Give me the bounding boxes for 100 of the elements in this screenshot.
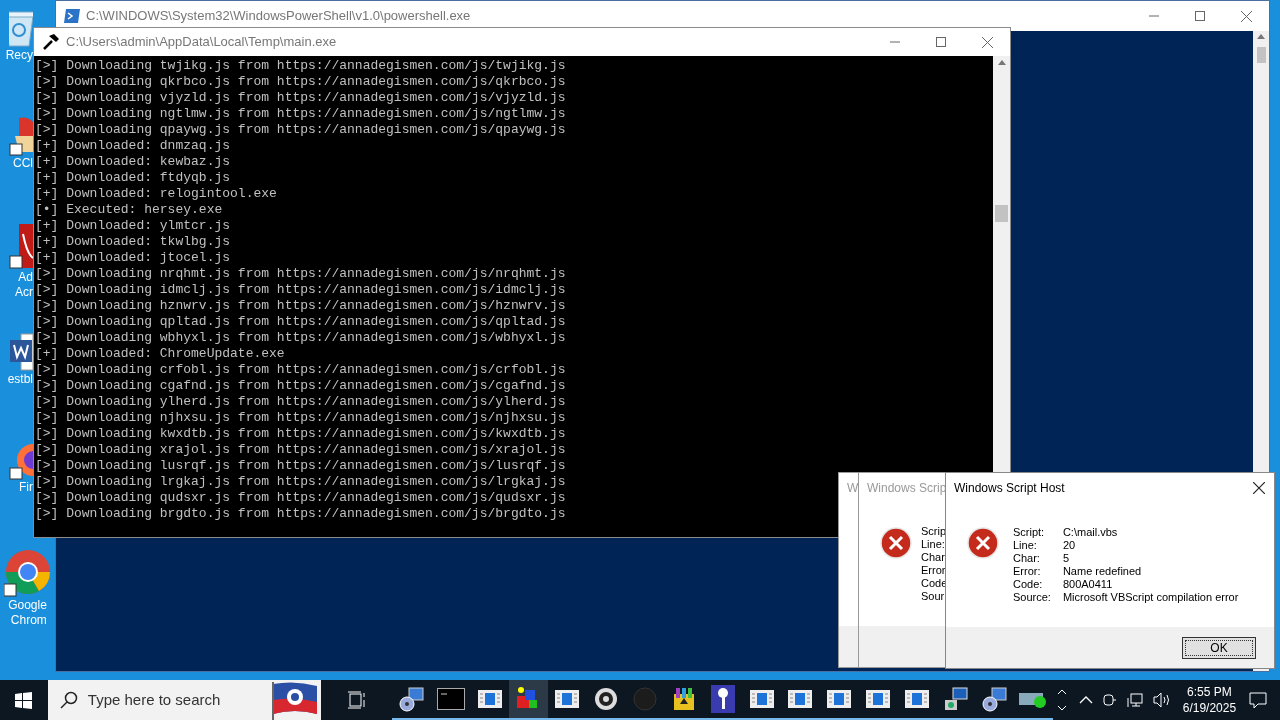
window-icon [904, 690, 929, 708]
pdf-icon [9, 224, 33, 270]
close-icon [981, 36, 993, 48]
console-line: [>] Downloading vjyzld.js from https://annadegismen.com/js/vjyzld.js [35, 90, 566, 106]
console-line: [>] Downloading kwxdtb.js from https://annadegismen.com/js/kwxdtb.js [35, 426, 566, 442]
disc-icon [594, 687, 619, 711]
clock[interactable]: 6:55 PM 6/19/2025 [1182, 684, 1237, 716]
close-icon [1253, 482, 1265, 494]
console-line: [>] Downloading nrqhmt.js from https://annadegismen.com/js/nrqhmt.js [35, 266, 566, 282]
console-line: [>] Downloading qpaywg.js from https://annadegismen.com/js/qpaywg.js [35, 122, 566, 138]
error-icon [880, 527, 912, 559]
field-label: Scrip [921, 525, 948, 538]
console-line: [+] Downloaded: jtocel.js [35, 250, 231, 266]
console-line: [>] Downloading xrajol.js from https://annadegismen.com/js/xrajol.js [35, 442, 566, 458]
console-line: [>] Downloading ylherd.js from https://annadegismen.com/js/ylherd.js [35, 394, 566, 410]
console-line: [>] Downloading qudsxr.js from https://annadegismen.com/js/qudsxr.js [35, 490, 566, 506]
browser-icon [3, 548, 52, 598]
recycle-bin-icon [9, 8, 33, 48]
scroll-down-icon[interactable] [1057, 706, 1066, 711]
console-line: [>] Downloading njhxsu.js from https://annadegismen.com/js/njhxsu.js [35, 410, 566, 426]
window-icon [788, 690, 813, 708]
scroll-up-icon[interactable] [1057, 689, 1066, 694]
chevron-up-icon[interactable] [1078, 696, 1093, 704]
hammer-icon [42, 33, 60, 51]
camera-icon[interactable] [1102, 692, 1117, 708]
dialog-title: Windows Script Host [954, 480, 1065, 497]
search-icon [59, 691, 78, 709]
desktop-icon-label[interactable]: estbl [7, 372, 33, 387]
console-line: [+] Downloaded: relogintool.exe [35, 186, 277, 202]
window-title: C:\Users\admin\AppData\Local\Temp\main.exe [66, 33, 337, 52]
maximize-icon [936, 37, 946, 47]
desktop-icon-label[interactable]: Fir [19, 480, 33, 495]
windows-logo-icon [15, 691, 33, 709]
console-line: [>] Downloading lrgkaj.js from https://annadegismen.com/js/lrgkaj.js [35, 474, 566, 490]
installer-icon [398, 686, 425, 712]
field-value: C:\mail.vbs [1062, 526, 1119, 539]
console-line: [>] Downloading idmclj.js from https://annadegismen.com/js/idmclj.js [35, 282, 566, 298]
scrollbar-thumb[interactable] [995, 205, 1008, 222]
field-label: Source: [1013, 591, 1051, 604]
search-field[interactable]: Type here to search [47, 680, 321, 720]
window-icon [827, 690, 852, 708]
desktop-icon-label[interactable]: Ad Acr [15, 270, 33, 300]
console-line: [+] Downloaded: dnmzaq.js [35, 138, 231, 154]
scrollbar-thumb[interactable] [1256, 47, 1266, 63]
window-icon [477, 690, 502, 708]
window-icon [555, 690, 580, 708]
field-value: Name redefined [1062, 565, 1143, 578]
minimize-icon [1149, 15, 1159, 17]
document-icon [9, 332, 33, 372]
desktop-icon-label[interactable]: Google Chrom [8, 598, 47, 628]
notification-icon [1249, 691, 1268, 709]
computer-icon [942, 686, 969, 712]
network-icon[interactable] [1126, 692, 1143, 708]
ok-button[interactable]: OK [1182, 636, 1256, 659]
window-icon [749, 690, 774, 708]
field-label: Char: [1013, 552, 1041, 565]
field-label: Error [921, 564, 947, 577]
installer-icon [981, 686, 1008, 712]
window-title: C:\WINDOWS\System32\WindowsPowerShell\v1.0\powershell.exe [86, 7, 471, 26]
terminal-icon [436, 688, 465, 710]
console-line: [+] Downloaded: tkwlbg.js [35, 234, 231, 250]
minimize-icon [890, 41, 900, 43]
console-line: [+] Downloaded: ftdyqb.js [35, 170, 231, 186]
field-value: 5 [1062, 552, 1071, 565]
console-line: [>] Downloading wbhyxl.js from https://annadegismen.com/js/wbhyxl.js [35, 330, 566, 346]
field-value: 800A0411 [1062, 578, 1114, 591]
error-icon [967, 527, 999, 559]
console-line: [>] Downloading hznwrv.js from https://annadegismen.com/js/hznwrv.js [35, 298, 566, 314]
field-value: 20 [1062, 539, 1077, 552]
console-line: [>] Downloading ngtlmw.js from https://annadegismen.com/js/ngtlmw.js [35, 106, 566, 122]
console-line: [>] Downloading qpltad.js from https://annadegismen.com/js/qpltad.js [35, 314, 566, 330]
console-line: [+] Downloaded: kewbaz.js [35, 154, 231, 170]
console-line: [>] Downloading twjikg.js from https://annadegismen.com/js/twjikg.js [35, 58, 566, 74]
maximize-icon [1195, 11, 1205, 21]
field-label: Line: [1013, 539, 1038, 552]
field-label: Sour [921, 590, 946, 603]
console-line: [>] Downloading brgdto.js from https://annadegismen.com/js/brgdto.js [35, 506, 566, 522]
field-label: Code: [1013, 578, 1044, 591]
console-line: [•] Executed: hersey.exe [35, 202, 223, 218]
field-value: Microsoft VBScript compilation error [1062, 591, 1239, 604]
window-icon [866, 690, 891, 708]
volume-icon[interactable] [1152, 692, 1171, 708]
circle-icon [632, 687, 657, 711]
field-label: Error: [1013, 565, 1042, 578]
powershell-icon [64, 9, 80, 23]
console-line: [>] Downloading qkrbco.js from https://annadegismen.com/js/qkrbco.js [35, 74, 566, 90]
task-view-icon [346, 691, 367, 709]
console-line: [>] Downloading lusrqf.js from https://annadegismen.com/js/lusrqf.js [35, 458, 566, 474]
desktop-icon-label[interactable]: CCl [13, 156, 33, 171]
field-label: Char [921, 551, 946, 564]
broom-icon [9, 116, 33, 156]
desktop-icon-label[interactable]: Recy [5, 48, 33, 63]
field-label: Line: [921, 538, 946, 551]
console-line: [+] Downloaded: ylmtcr.js [35, 218, 231, 234]
console-line: [>] Downloading crfobl.js from https://annadegismen.com/js/crfobl.js [35, 362, 566, 378]
field-label: Script: [1013, 526, 1046, 539]
key-icon [710, 685, 735, 713]
dialog-title: W [847, 480, 859, 497]
close-icon [1240, 10, 1252, 22]
console-line: [>] Downloading cgafnd.js from https://annadegismen.com/js/cgafnd.js [35, 378, 566, 394]
